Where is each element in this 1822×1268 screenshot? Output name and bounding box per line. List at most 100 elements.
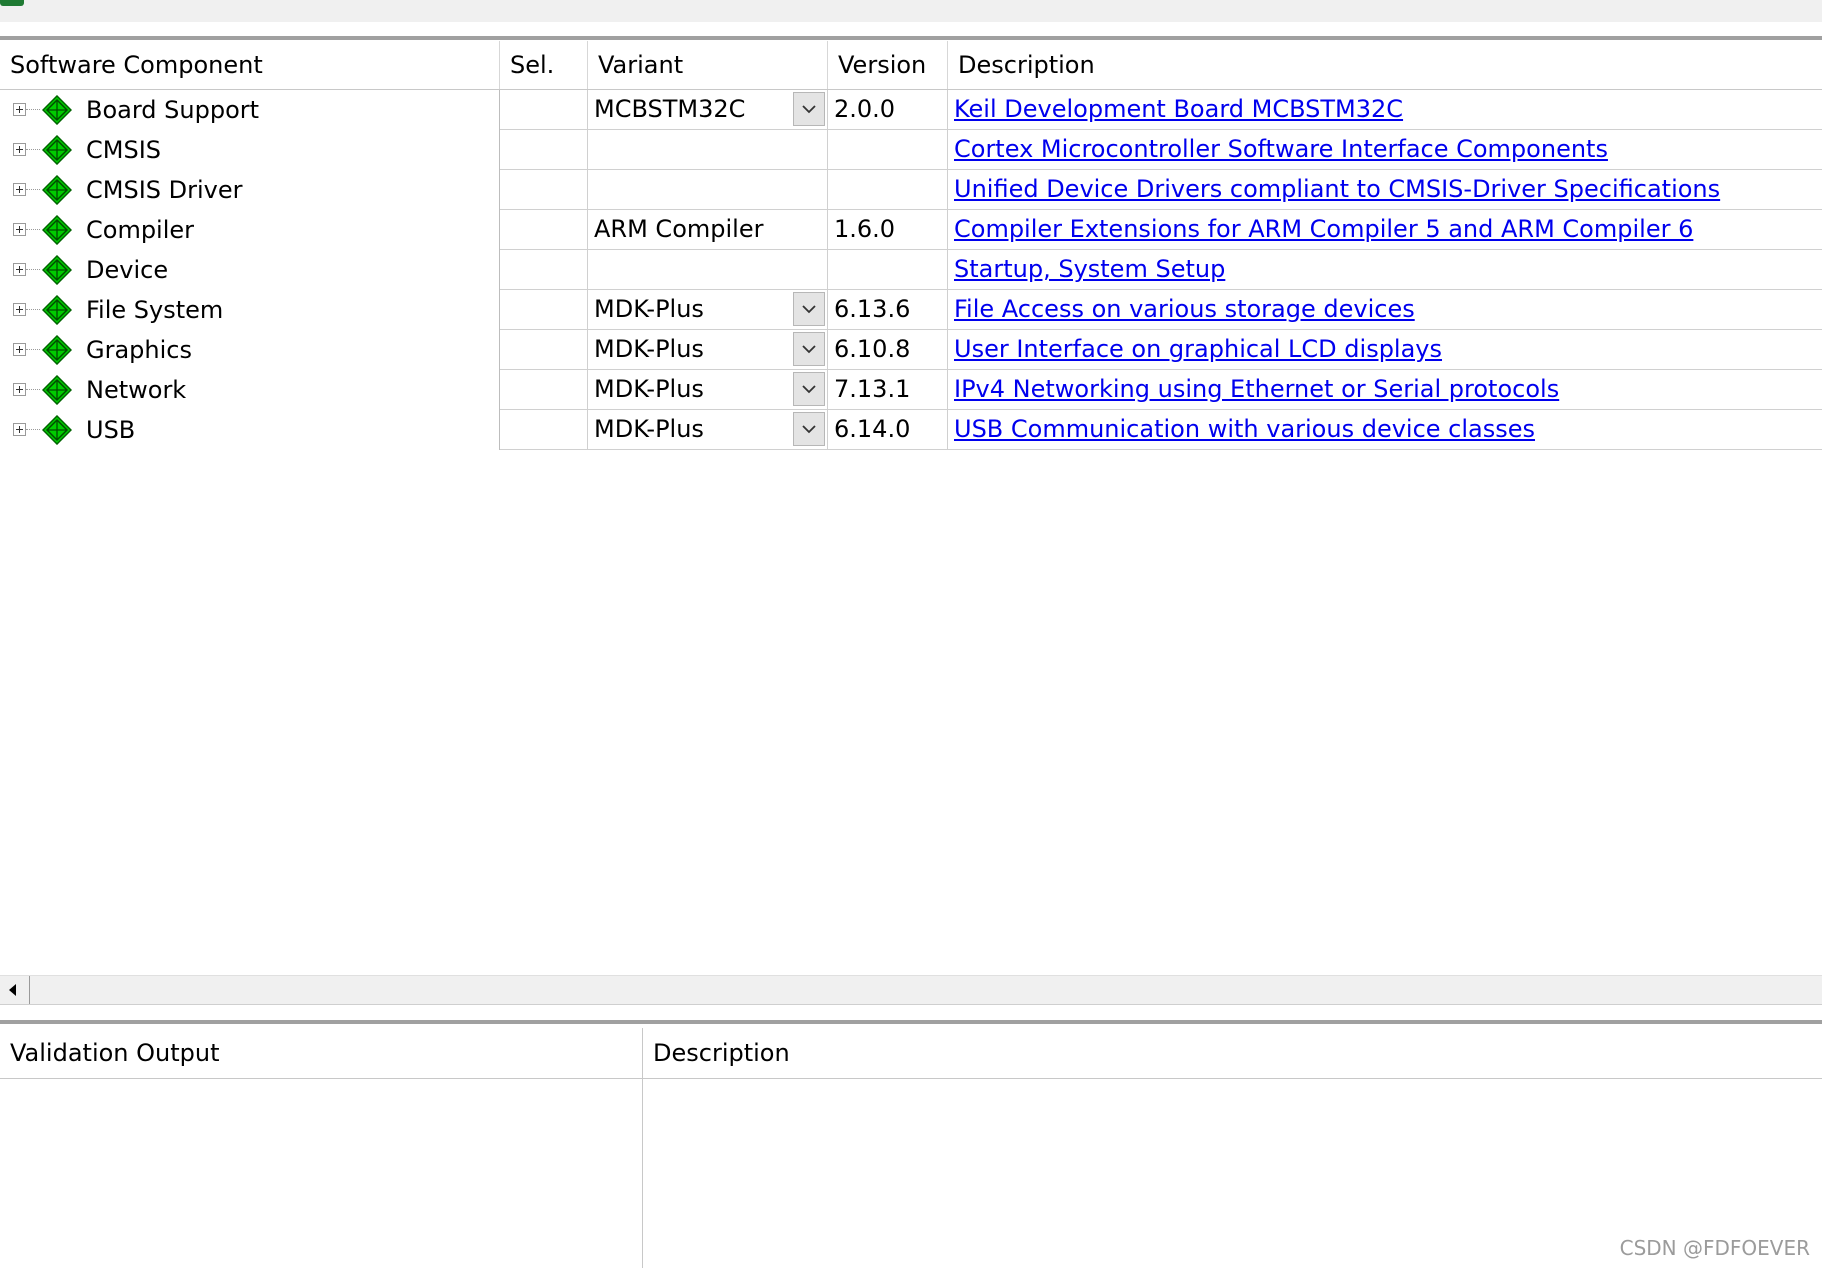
description-cell: Compiler Extensions for ARM Compiler 5 a… bbox=[948, 210, 1822, 250]
version-cell bbox=[828, 250, 948, 290]
validation-list bbox=[0, 1079, 1822, 1268]
description-link[interactable]: User Interface on graphical LCD displays bbox=[954, 335, 1442, 363]
tree-connector bbox=[26, 429, 40, 430]
plus-expander-icon[interactable] bbox=[13, 303, 26, 316]
description-link[interactable]: Startup, System Setup bbox=[954, 255, 1225, 283]
sel-cell[interactable] bbox=[500, 290, 588, 330]
description-cell: File Access on various storage devices bbox=[948, 290, 1822, 330]
sel-cell[interactable] bbox=[500, 370, 588, 410]
title-divider bbox=[0, 36, 1822, 40]
sel-cell[interactable] bbox=[500, 210, 588, 250]
variant-cell[interactable]: MDK-Plus bbox=[588, 330, 828, 370]
description-link[interactable]: File Access on various storage devices bbox=[954, 295, 1415, 323]
plus-expander-icon[interactable] bbox=[13, 263, 26, 276]
sel-cell[interactable] bbox=[500, 410, 588, 450]
app-icon bbox=[0, 0, 24, 6]
plus-expander-icon[interactable] bbox=[13, 423, 26, 436]
component-cell: Device bbox=[0, 250, 500, 290]
version-value: 1.6.0 bbox=[834, 215, 896, 243]
green-diamond-component-icon bbox=[41, 134, 73, 166]
description-link[interactable]: Cortex Microcontroller Software Interfac… bbox=[954, 135, 1608, 163]
description-cell: Startup, System Setup bbox=[948, 250, 1822, 290]
description-link[interactable]: Keil Development Board MCBSTM32C bbox=[954, 95, 1403, 123]
variant-dropdown-button[interactable] bbox=[793, 332, 825, 366]
component-cell: Graphics bbox=[0, 330, 500, 370]
component-name[interactable]: Network bbox=[86, 370, 186, 410]
description-cell: Keil Development Board MCBSTM32C bbox=[948, 90, 1822, 130]
component-name[interactable]: Compiler bbox=[86, 210, 194, 250]
sel-cell[interactable] bbox=[500, 130, 588, 170]
variant-cell[interactable]: MDK-Plus bbox=[588, 290, 828, 330]
tree-connector bbox=[26, 189, 40, 190]
description-link[interactable]: Unified Device Drivers compliant to CMSI… bbox=[954, 175, 1720, 203]
version-cell: 6.10.8 bbox=[828, 330, 948, 370]
version-value: 7.13.1 bbox=[834, 375, 911, 403]
column-header-sel[interactable]: Sel. bbox=[500, 41, 588, 89]
component-name[interactable]: CMSIS Driver bbox=[86, 170, 243, 210]
tree-connector bbox=[26, 269, 40, 270]
table-row[interactable]: File System MDK-Plus 6.13.6 File Access on … bbox=[0, 290, 1822, 330]
variant-cell bbox=[588, 130, 828, 170]
plus-expander-icon[interactable] bbox=[13, 343, 26, 356]
variant-dropdown-button[interactable] bbox=[793, 92, 825, 126]
variant-value: MDK-Plus bbox=[594, 375, 704, 403]
column-header-validation-output[interactable]: Validation Output bbox=[0, 1028, 642, 1078]
component-cell: USB bbox=[0, 410, 500, 450]
validation-header: Validation Output Description bbox=[0, 1028, 1822, 1079]
plus-expander-icon[interactable] bbox=[13, 143, 26, 156]
version-value: 6.10.8 bbox=[834, 335, 911, 363]
column-header-component[interactable]: Software Component bbox=[0, 41, 500, 89]
description-link[interactable]: Compiler Extensions for ARM Compiler 5 a… bbox=[954, 215, 1693, 243]
table-row[interactable]: Compiler ARM Compiler 1.6.0 Compiler Extens… bbox=[0, 210, 1822, 250]
validation-column-separator bbox=[642, 1028, 643, 1268]
description-cell: Unified Device Drivers compliant to CMSI… bbox=[948, 170, 1822, 210]
plus-expander-icon[interactable] bbox=[13, 103, 26, 116]
sel-cell[interactable] bbox=[500, 330, 588, 370]
component-name[interactable]: CMSIS bbox=[86, 130, 161, 170]
description-link[interactable]: IPv4 Networking using Ethernet or Serial… bbox=[954, 375, 1559, 403]
description-link[interactable]: USB Communication with various device cl… bbox=[954, 415, 1535, 443]
plus-expander-icon[interactable] bbox=[13, 223, 26, 236]
component-name[interactable]: Board Support bbox=[86, 90, 259, 130]
sel-cell[interactable] bbox=[500, 250, 588, 290]
version-cell bbox=[828, 170, 948, 210]
column-header-validation-description[interactable]: Description bbox=[643, 1028, 1822, 1078]
variant-dropdown-button[interactable] bbox=[793, 412, 825, 446]
variant-cell[interactable]: MDK-Plus bbox=[588, 410, 828, 450]
table-row[interactable]: Network MDK-Plus 7.13.1 IPv4 Networking usi… bbox=[0, 370, 1822, 410]
component-name[interactable]: File System bbox=[86, 290, 223, 330]
sel-cell[interactable] bbox=[500, 170, 588, 210]
tree-connector bbox=[26, 109, 40, 110]
table-row[interactable]: CMSIS Driver Unified Device Drivers compl… bbox=[0, 170, 1822, 210]
components-tree-grid: Software Component Sel. Variant Version … bbox=[0, 41, 1822, 979]
version-value: 6.14.0 bbox=[834, 415, 911, 443]
variant-cell[interactable]: MCBSTM32C bbox=[588, 90, 828, 130]
plus-expander-icon[interactable] bbox=[13, 183, 26, 196]
table-row[interactable]: Graphics MDK-Plus 6.10.8 User Interface on … bbox=[0, 330, 1822, 370]
component-cell: Compiler bbox=[0, 210, 500, 250]
table-row[interactable]: USB MDK-Plus 6.14.0 USB Communication with … bbox=[0, 410, 1822, 450]
column-header-variant[interactable]: Variant bbox=[588, 41, 828, 89]
table-row[interactable]: Device Startup, System Setup bbox=[0, 250, 1822, 290]
sel-cell[interactable] bbox=[500, 90, 588, 130]
variant-dropdown-button[interactable] bbox=[793, 372, 825, 406]
variant-cell[interactable]: MDK-Plus bbox=[588, 370, 828, 410]
version-cell: 7.13.1 bbox=[828, 370, 948, 410]
scroll-left-arrow-icon[interactable] bbox=[0, 976, 30, 1004]
pane-splitter[interactable] bbox=[0, 1020, 1822, 1024]
plus-expander-icon[interactable] bbox=[13, 383, 26, 396]
horizontal-scrollbar[interactable] bbox=[0, 975, 1822, 1005]
table-row[interactable]: CMSIS Cortex Microcontroller Software Int… bbox=[0, 130, 1822, 170]
component-name[interactable]: USB bbox=[86, 410, 135, 450]
tree-connector bbox=[26, 149, 40, 150]
column-header-version[interactable]: Version bbox=[828, 41, 948, 89]
variant-dropdown-button[interactable] bbox=[793, 292, 825, 326]
column-header-description[interactable]: Description bbox=[948, 41, 1822, 89]
component-name[interactable]: Graphics bbox=[86, 330, 192, 370]
table-row[interactable]: Board Support MCBSTM32C 2.0.0 Keil Developm… bbox=[0, 90, 1822, 130]
tree-connector bbox=[26, 309, 40, 310]
component-name[interactable]: Device bbox=[86, 250, 168, 290]
window-title-bar bbox=[0, 0, 1822, 22]
version-value: 6.13.6 bbox=[834, 295, 911, 323]
green-diamond-component-icon bbox=[41, 334, 73, 366]
